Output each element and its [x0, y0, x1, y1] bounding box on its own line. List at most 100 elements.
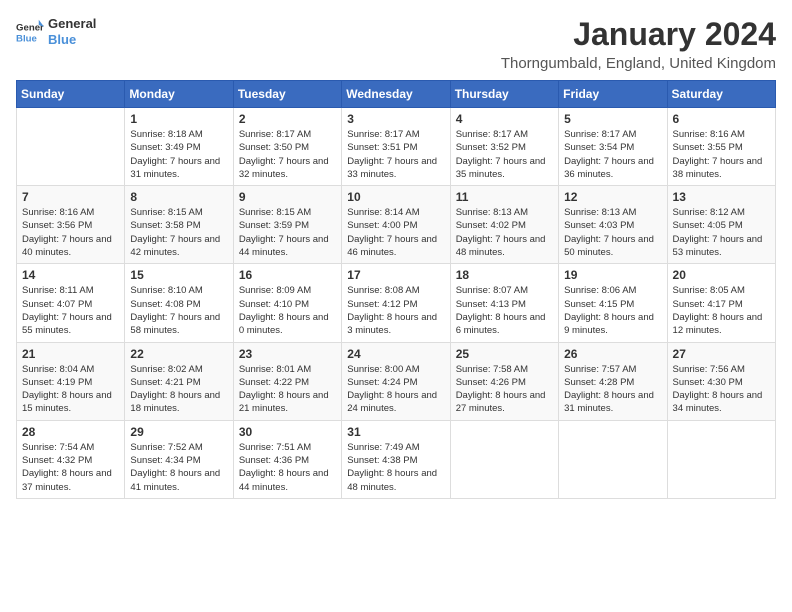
calendar-cell: 5 Sunrise: 8:17 AMSunset: 3:54 PMDayligh…: [559, 108, 667, 186]
day-number: 12: [564, 190, 661, 204]
day-info: Sunrise: 7:57 AMSunset: 4:28 PMDaylight:…: [564, 363, 661, 416]
day-number: 3: [347, 112, 444, 126]
day-info: Sunrise: 7:49 AMSunset: 4:38 PMDaylight:…: [347, 441, 444, 494]
header-cell-saturday: Saturday: [667, 81, 775, 108]
day-info: Sunrise: 8:01 AMSunset: 4:22 PMDaylight:…: [239, 363, 336, 416]
day-info: Sunrise: 8:08 AMSunset: 4:12 PMDaylight:…: [347, 284, 444, 337]
day-number: 30: [239, 425, 336, 439]
day-number: 5: [564, 112, 661, 126]
day-number: 21: [22, 347, 119, 361]
calendar-cell: 16 Sunrise: 8:09 AMSunset: 4:10 PMDaylig…: [233, 264, 341, 342]
day-info: Sunrise: 7:51 AMSunset: 4:36 PMDaylight:…: [239, 441, 336, 494]
day-info: Sunrise: 7:54 AMSunset: 4:32 PMDaylight:…: [22, 441, 119, 494]
day-number: 18: [456, 268, 553, 282]
day-number: 23: [239, 347, 336, 361]
day-info: Sunrise: 8:16 AMSunset: 3:55 PMDaylight:…: [673, 128, 770, 181]
day-info: Sunrise: 8:17 AMSunset: 3:54 PMDaylight:…: [564, 128, 661, 181]
day-number: 20: [673, 268, 770, 282]
day-number: 11: [456, 190, 553, 204]
day-info: Sunrise: 8:17 AMSunset: 3:50 PMDaylight:…: [239, 128, 336, 181]
day-number: 24: [347, 347, 444, 361]
week-row-5: 28 Sunrise: 7:54 AMSunset: 4:32 PMDaylig…: [17, 420, 776, 498]
day-number: 14: [22, 268, 119, 282]
day-number: 7: [22, 190, 119, 204]
day-info: Sunrise: 8:06 AMSunset: 4:15 PMDaylight:…: [564, 284, 661, 337]
header-cell-tuesday: Tuesday: [233, 81, 341, 108]
calendar-cell: [559, 420, 667, 498]
calendar-cell: 6 Sunrise: 8:16 AMSunset: 3:55 PMDayligh…: [667, 108, 775, 186]
day-number: 13: [673, 190, 770, 204]
calendar-cell: 13 Sunrise: 8:12 AMSunset: 4:05 PMDaylig…: [667, 186, 775, 264]
day-info: Sunrise: 8:14 AMSunset: 4:00 PMDaylight:…: [347, 206, 444, 259]
day-info: Sunrise: 8:02 AMSunset: 4:21 PMDaylight:…: [130, 363, 227, 416]
calendar-cell: 27 Sunrise: 7:56 AMSunset: 4:30 PMDaylig…: [667, 342, 775, 420]
day-number: 16: [239, 268, 336, 282]
day-info: Sunrise: 8:17 AMSunset: 3:51 PMDaylight:…: [347, 128, 444, 181]
title-area: January 2024 Thorngumbald, England, Unit…: [501, 16, 776, 72]
week-row-3: 14 Sunrise: 8:11 AMSunset: 4:07 PMDaylig…: [17, 264, 776, 342]
calendar-cell: 4 Sunrise: 8:17 AMSunset: 3:52 PMDayligh…: [450, 108, 558, 186]
calendar-cell: [667, 420, 775, 498]
calendar-cell: 18 Sunrise: 8:07 AMSunset: 4:13 PMDaylig…: [450, 264, 558, 342]
calendar-cell: 28 Sunrise: 7:54 AMSunset: 4:32 PMDaylig…: [17, 420, 125, 498]
calendar-cell: 20 Sunrise: 8:05 AMSunset: 4:17 PMDaylig…: [667, 264, 775, 342]
location-title: Thorngumbald, England, United Kingdom: [501, 55, 776, 72]
calendar-cell: 24 Sunrise: 8:00 AMSunset: 4:24 PMDaylig…: [342, 342, 450, 420]
day-number: 15: [130, 268, 227, 282]
header-cell-sunday: Sunday: [17, 81, 125, 108]
calendar-cell: 30 Sunrise: 7:51 AMSunset: 4:36 PMDaylig…: [233, 420, 341, 498]
day-info: Sunrise: 8:11 AMSunset: 4:07 PMDaylight:…: [22, 284, 119, 337]
day-info: Sunrise: 8:13 AMSunset: 4:03 PMDaylight:…: [564, 206, 661, 259]
day-number: 29: [130, 425, 227, 439]
day-info: Sunrise: 7:52 AMSunset: 4:34 PMDaylight:…: [130, 441, 227, 494]
calendar-cell: 2 Sunrise: 8:17 AMSunset: 3:50 PMDayligh…: [233, 108, 341, 186]
logo: General Blue GeneralBlue: [16, 16, 96, 47]
calendar-cell: 9 Sunrise: 8:15 AMSunset: 3:59 PMDayligh…: [233, 186, 341, 264]
calendar-cell: 22 Sunrise: 8:02 AMSunset: 4:21 PMDaylig…: [125, 342, 233, 420]
day-number: 6: [673, 112, 770, 126]
logo-text: GeneralBlue: [48, 16, 96, 47]
day-number: 2: [239, 112, 336, 126]
calendar-cell: 3 Sunrise: 8:17 AMSunset: 3:51 PMDayligh…: [342, 108, 450, 186]
calendar-cell: 8 Sunrise: 8:15 AMSunset: 3:58 PMDayligh…: [125, 186, 233, 264]
day-info: Sunrise: 8:17 AMSunset: 3:52 PMDaylight:…: [456, 128, 553, 181]
calendar-cell: 19 Sunrise: 8:06 AMSunset: 4:15 PMDaylig…: [559, 264, 667, 342]
calendar-cell: [17, 108, 125, 186]
calendar-cell: 15 Sunrise: 8:10 AMSunset: 4:08 PMDaylig…: [125, 264, 233, 342]
calendar-cell: 14 Sunrise: 8:11 AMSunset: 4:07 PMDaylig…: [17, 264, 125, 342]
week-row-2: 7 Sunrise: 8:16 AMSunset: 3:56 PMDayligh…: [17, 186, 776, 264]
calendar-cell: 7 Sunrise: 8:16 AMSunset: 3:56 PMDayligh…: [17, 186, 125, 264]
header-cell-wednesday: Wednesday: [342, 81, 450, 108]
header-row: SundayMondayTuesdayWednesdayThursdayFrid…: [17, 81, 776, 108]
day-info: Sunrise: 8:15 AMSunset: 3:59 PMDaylight:…: [239, 206, 336, 259]
calendar-cell: 21 Sunrise: 8:04 AMSunset: 4:19 PMDaylig…: [17, 342, 125, 420]
day-info: Sunrise: 7:58 AMSunset: 4:26 PMDaylight:…: [456, 363, 553, 416]
calendar-cell: 26 Sunrise: 7:57 AMSunset: 4:28 PMDaylig…: [559, 342, 667, 420]
calendar-cell: 12 Sunrise: 8:13 AMSunset: 4:03 PMDaylig…: [559, 186, 667, 264]
calendar-cell: 10 Sunrise: 8:14 AMSunset: 4:00 PMDaylig…: [342, 186, 450, 264]
day-info: Sunrise: 8:13 AMSunset: 4:02 PMDaylight:…: [456, 206, 553, 259]
day-number: 4: [456, 112, 553, 126]
day-number: 25: [456, 347, 553, 361]
day-number: 31: [347, 425, 444, 439]
calendar-cell: [450, 420, 558, 498]
header-cell-monday: Monday: [125, 81, 233, 108]
svg-text:Blue: Blue: [16, 33, 37, 44]
calendar-cell: 1 Sunrise: 8:18 AMSunset: 3:49 PMDayligh…: [125, 108, 233, 186]
week-row-1: 1 Sunrise: 8:18 AMSunset: 3:49 PMDayligh…: [17, 108, 776, 186]
header-cell-thursday: Thursday: [450, 81, 558, 108]
day-info: Sunrise: 8:18 AMSunset: 3:49 PMDaylight:…: [130, 128, 227, 181]
day-number: 28: [22, 425, 119, 439]
calendar-table: SundayMondayTuesdayWednesdayThursdayFrid…: [16, 80, 776, 499]
day-info: Sunrise: 7:56 AMSunset: 4:30 PMDaylight:…: [673, 363, 770, 416]
calendar-cell: 29 Sunrise: 7:52 AMSunset: 4:34 PMDaylig…: [125, 420, 233, 498]
calendar-cell: 23 Sunrise: 8:01 AMSunset: 4:22 PMDaylig…: [233, 342, 341, 420]
day-number: 22: [130, 347, 227, 361]
day-info: Sunrise: 8:12 AMSunset: 4:05 PMDaylight:…: [673, 206, 770, 259]
calendar-cell: 11 Sunrise: 8:13 AMSunset: 4:02 PMDaylig…: [450, 186, 558, 264]
month-title: January 2024: [501, 16, 776, 53]
day-info: Sunrise: 8:05 AMSunset: 4:17 PMDaylight:…: [673, 284, 770, 337]
logo-icon: General Blue: [16, 18, 44, 46]
week-row-4: 21 Sunrise: 8:04 AMSunset: 4:19 PMDaylig…: [17, 342, 776, 420]
day-info: Sunrise: 8:09 AMSunset: 4:10 PMDaylight:…: [239, 284, 336, 337]
